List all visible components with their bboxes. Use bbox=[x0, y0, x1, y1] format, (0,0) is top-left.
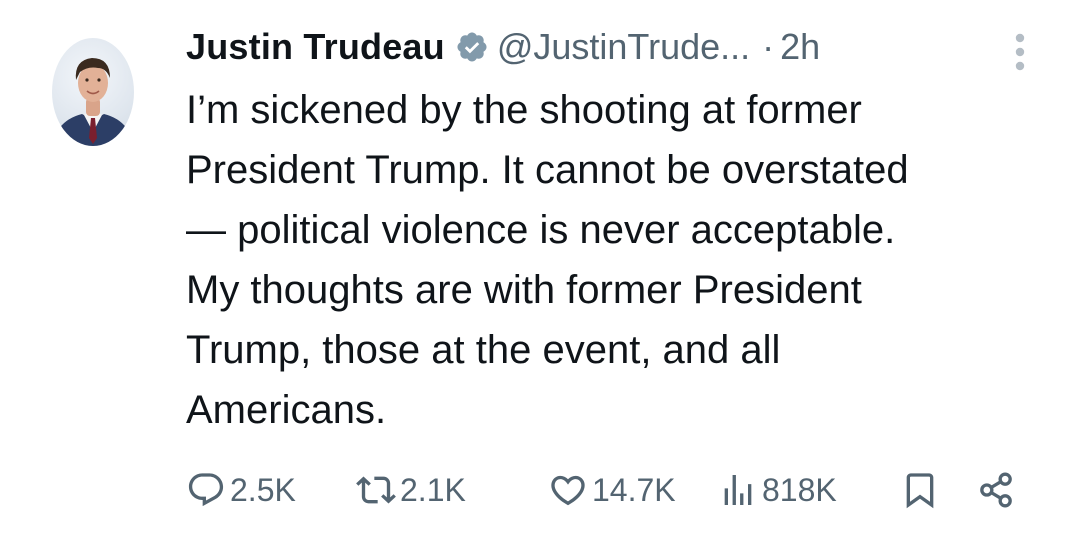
reply-button[interactable]: 2.5K bbox=[186, 462, 296, 518]
like-count: 14.7K bbox=[592, 471, 676, 508]
tweet-text: I’m sickened by the shooting at former P… bbox=[186, 80, 1046, 440]
tweet-text-line: President Trump. It cannot be overstated bbox=[186, 148, 909, 192]
repost-count: 2.1K bbox=[400, 471, 466, 508]
tweet-text-line: — political violence is never acceptable… bbox=[186, 208, 896, 252]
repost-button[interactable]: 2.1K bbox=[356, 462, 466, 518]
reply-icon bbox=[188, 473, 224, 507]
bookmark-button[interactable] bbox=[900, 462, 940, 518]
tweet-text-line: I’m sickened by the shooting at former bbox=[186, 88, 862, 132]
tweet-text-line: My thoughts are with former President bbox=[186, 268, 862, 312]
like-button[interactable]: 14.7K bbox=[548, 462, 676, 518]
action-bar: 2.5K 2.1K 14.7K 818K bbox=[186, 462, 1036, 518]
bookmark-icon bbox=[906, 473, 934, 509]
tweet-header: Justin Trudeau @JustinTrude... · 2h bbox=[186, 22, 820, 72]
more-options-icon[interactable] bbox=[1010, 30, 1030, 74]
heart-icon bbox=[551, 475, 585, 506]
tweet-text-line: Americans. bbox=[186, 388, 387, 432]
author-handle[interactable]: @JustinTrude... bbox=[497, 26, 750, 68]
views-button[interactable]: 818K bbox=[718, 462, 837, 518]
views-icon bbox=[724, 475, 752, 505]
tweet-text-line: Trump, those at the event, and all bbox=[186, 328, 781, 372]
share-button[interactable] bbox=[976, 462, 1016, 518]
reply-count: 2.5K bbox=[230, 471, 296, 508]
avatar[interactable] bbox=[52, 38, 134, 146]
author-name[interactable]: Justin Trudeau bbox=[186, 26, 445, 68]
tweet-time[interactable]: 2h bbox=[780, 26, 820, 68]
share-icon bbox=[980, 472, 1012, 508]
avatar-image bbox=[56, 58, 130, 146]
repost-icon bbox=[356, 476, 396, 504]
separator-dot: · bbox=[762, 26, 775, 67]
views-count: 818K bbox=[762, 471, 837, 508]
verified-badge-icon[interactable] bbox=[455, 30, 489, 64]
tweet: Justin Trudeau @JustinTrude... · 2h I’m … bbox=[0, 0, 1080, 536]
